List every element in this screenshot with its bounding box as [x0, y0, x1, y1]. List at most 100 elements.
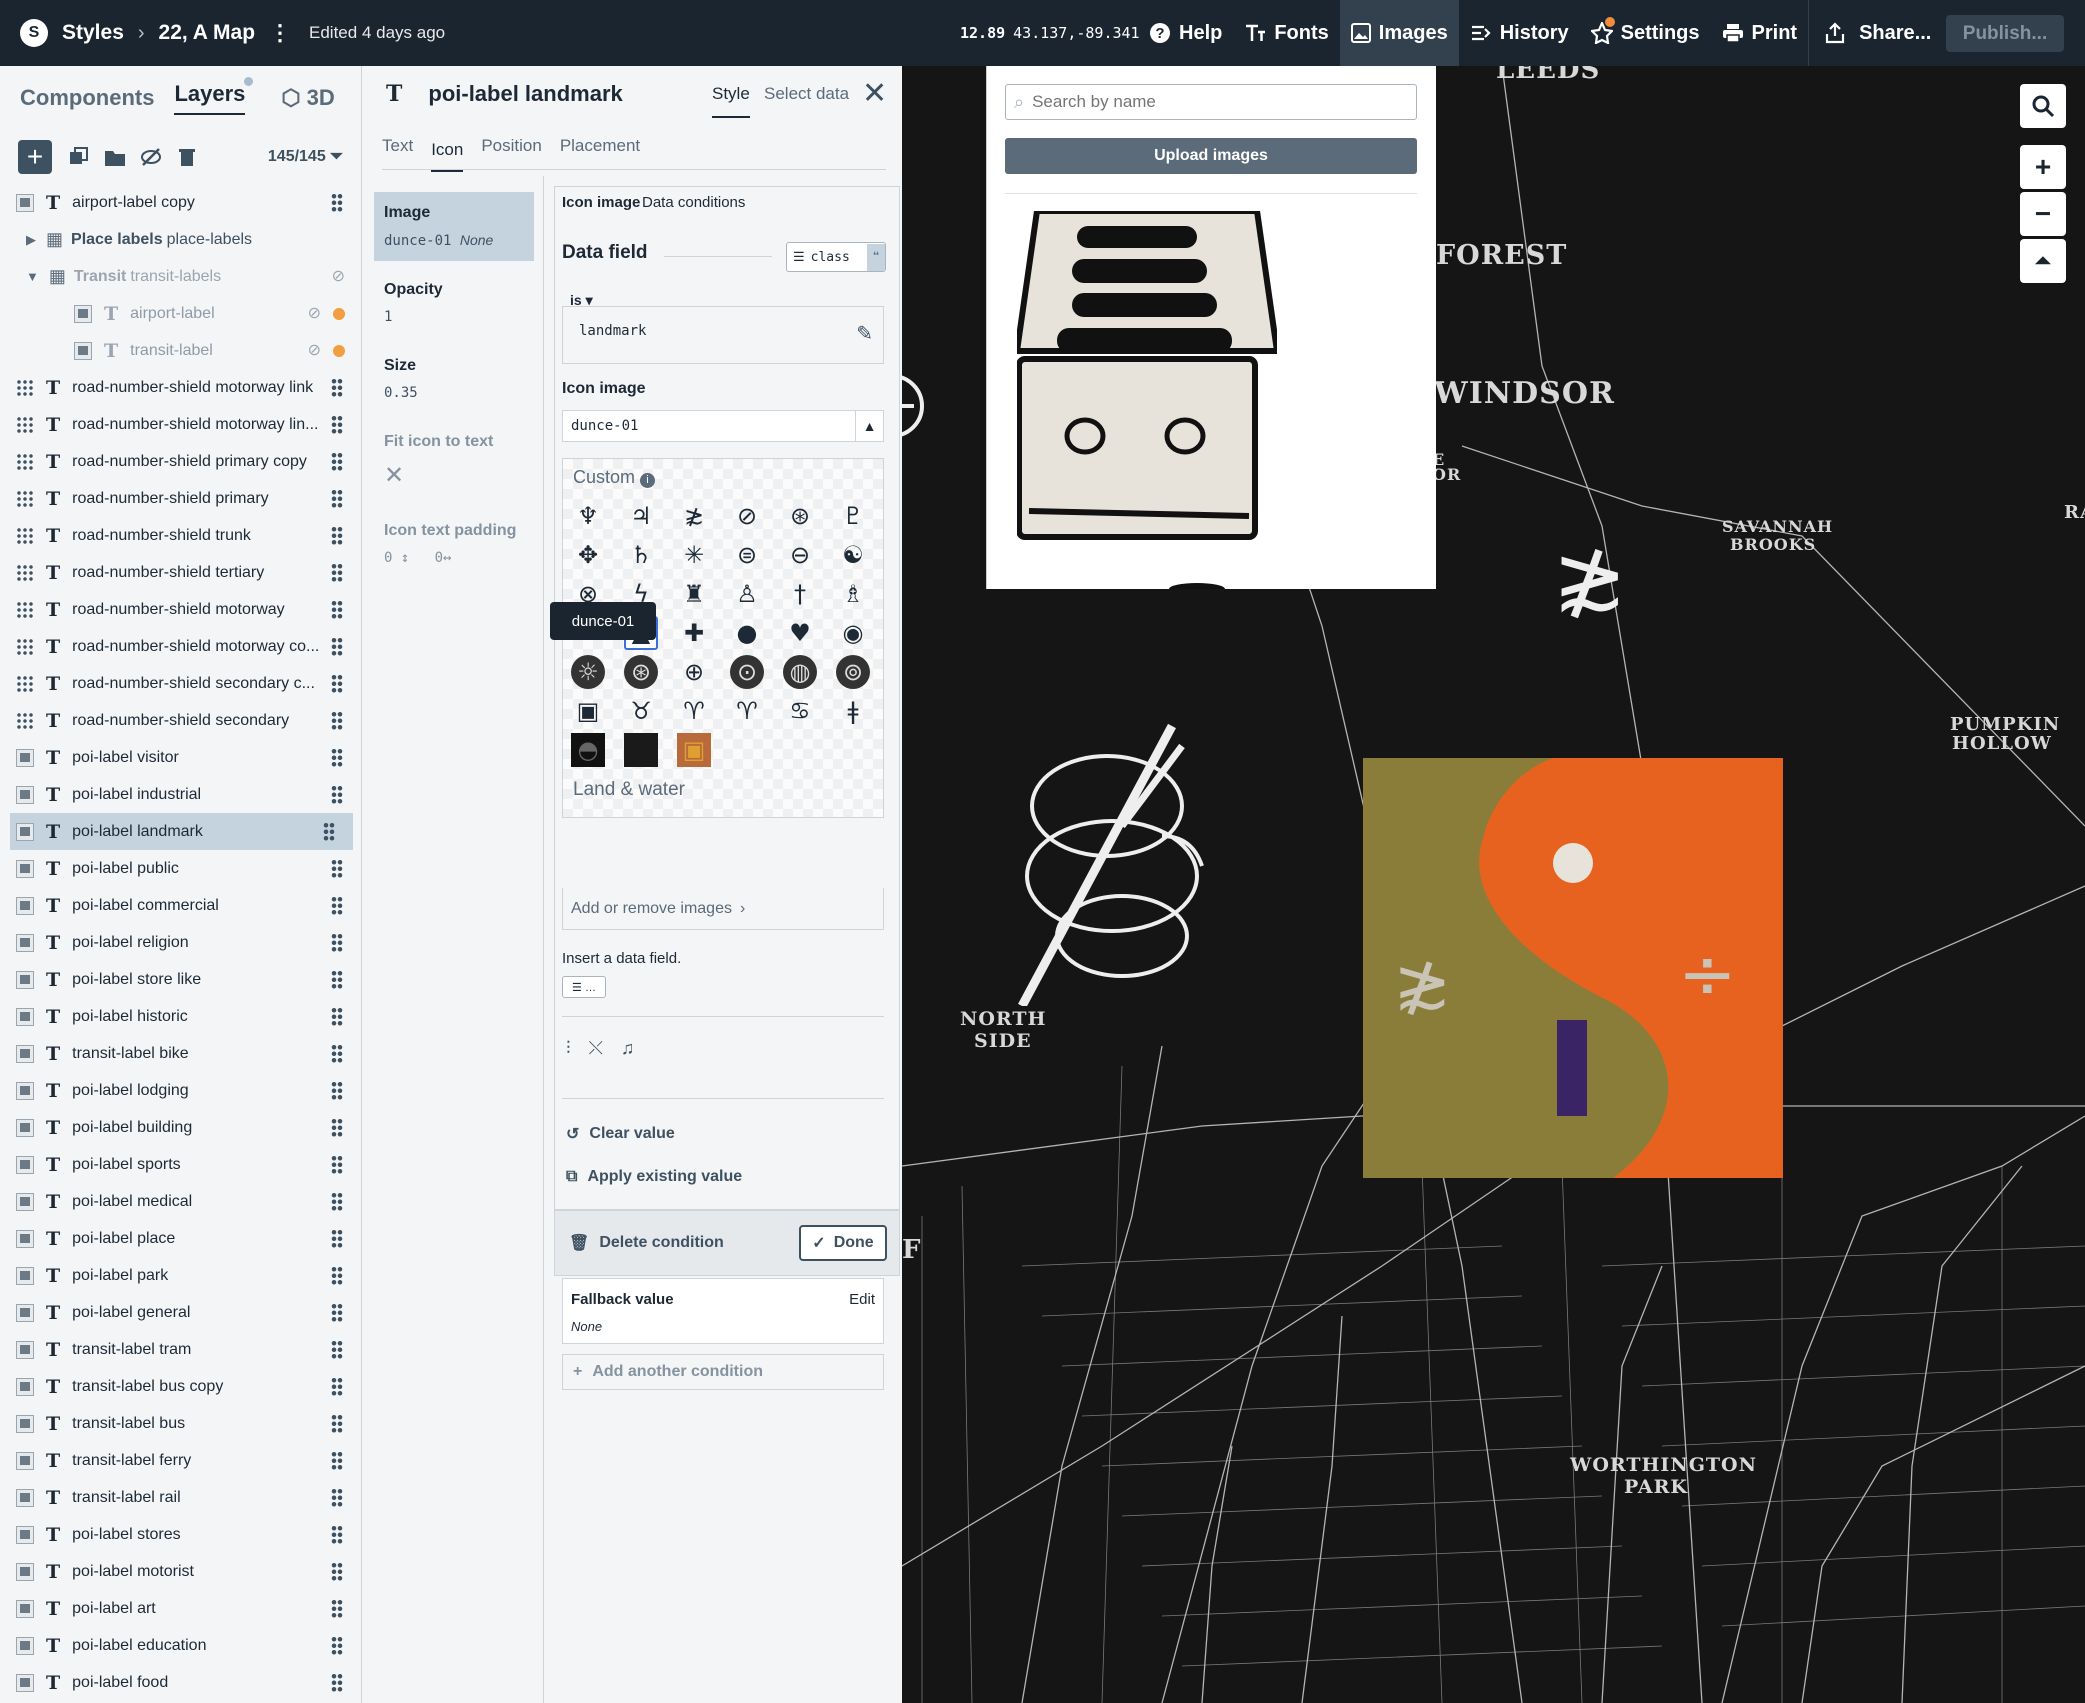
icon-option[interactable]: ⊛: [624, 655, 658, 689]
layer-row[interactable]: Troad-number-shield motorway: [0, 591, 361, 628]
compass-button[interactable]: ⏶: [2020, 239, 2066, 283]
drag-handle-icon[interactable]: [331, 785, 343, 805]
drag-handle-icon[interactable]: [331, 193, 343, 213]
drag-handle-icon[interactable]: [331, 1451, 343, 1471]
icon-option[interactable]: ▣: [677, 733, 711, 767]
icon-option[interactable]: ✥: [571, 538, 605, 572]
icon-option[interactable]: ▣: [571, 694, 605, 728]
settings-button[interactable]: Settings: [1580, 0, 1711, 66]
tab-layers[interactable]: Layers: [174, 77, 254, 115]
breadcrumb-map-name[interactable]: 22, A Map: [159, 21, 255, 45]
icon-option[interactable]: ♋: [783, 694, 817, 728]
folder-icon[interactable]: [104, 146, 126, 168]
layer-row[interactable]: Tpoi-label historic: [0, 998, 361, 1035]
layer-row[interactable]: Tpoi-label commercial: [0, 887, 361, 924]
zoom-out-button[interactable]: −: [2020, 192, 2066, 236]
fallback-edit-button[interactable]: Edit: [849, 1291, 875, 1308]
drag-handle-icon[interactable]: [331, 970, 343, 990]
drag-handle-icon[interactable]: [331, 452, 343, 472]
layer-row[interactable]: Tpoi-label store like: [0, 961, 361, 998]
drag-handle-icon[interactable]: [331, 1155, 343, 1175]
drag-handle-icon[interactable]: [331, 1562, 343, 1582]
transform-icon[interactable]: ⤬: [589, 1038, 603, 1059]
drag-handle-icon[interactable]: [331, 711, 343, 731]
drag-handle-icon[interactable]: [331, 1377, 343, 1397]
icon-option[interactable]: ♜: [677, 577, 711, 611]
drag-handle-icon[interactable]: [331, 1414, 343, 1434]
icon-option[interactable]: ♄: [624, 538, 658, 572]
drag-handle-icon[interactable]: [331, 859, 343, 879]
layer-row[interactable]: Tpoi-label motorist: [0, 1553, 361, 1590]
drag-handle-icon[interactable]: [331, 1636, 343, 1656]
share-button[interactable]: Share...: [1809, 0, 1942, 66]
icon-option[interactable]: ⊛: [783, 499, 817, 533]
drag-handle-icon[interactable]: [331, 748, 343, 768]
icon-option[interactable]: ✚: [677, 616, 711, 650]
subtab-position[interactable]: Position: [481, 136, 541, 156]
layer-row[interactable]: Tpoi-label lodging: [0, 1072, 361, 1109]
drag-handle-icon[interactable]: [331, 1044, 343, 1064]
tab-select-data[interactable]: Select data: [764, 84, 849, 104]
icon-option[interactable]: ♃: [624, 499, 658, 533]
layer-row[interactable]: Troad-number-shield motorway co...: [0, 628, 361, 665]
duplicate-icon[interactable]: [68, 146, 90, 168]
print-button[interactable]: Print: [1711, 0, 1809, 66]
drag-handle-icon[interactable]: [331, 563, 343, 583]
layer-row[interactable]: Troad-number-shield trunk: [0, 517, 361, 554]
images-button[interactable]: Images: [1339, 0, 1459, 66]
layer-row[interactable]: Tpoi-label art: [0, 1590, 361, 1627]
upload-images-button[interactable]: Upload images: [1005, 138, 1417, 174]
layer-row[interactable]: Ttransit-label bike: [0, 1035, 361, 1072]
drag-handle-icon[interactable]: [331, 1673, 343, 1693]
layer-row[interactable]: Tpoi-label religion: [0, 924, 361, 961]
tab-style[interactable]: Style: [712, 84, 750, 118]
layer-row[interactable]: Troad-number-shield primary: [0, 480, 361, 517]
data-field-chip[interactable]: ☰ class ❝: [786, 242, 886, 272]
hidden-eye-icon[interactable]: ⊘: [308, 303, 321, 323]
expand-arrow-icon[interactable]: ▶: [26, 232, 36, 248]
icon-option[interactable]: ⊙: [730, 655, 764, 689]
icon-option[interactable]: ◍: [783, 655, 817, 689]
icon-option[interactable]: ♇: [836, 499, 870, 533]
subtab-placement[interactable]: Placement: [560, 136, 640, 156]
layer-row[interactable]: Troad-number-shield secondary c...: [0, 665, 361, 702]
icon-option[interactable]: ⊚: [836, 655, 870, 689]
layer-row[interactable]: Tairport-label ⊘: [0, 295, 361, 332]
drag-handle-icon[interactable]: [331, 933, 343, 953]
layer-row[interactable]: Tpoi-label general: [0, 1294, 361, 1331]
apply-existing-value-button[interactable]: ⧉ Apply existing value: [566, 1168, 742, 1186]
layer-row[interactable]: Troad-number-shield tertiary: [0, 554, 361, 591]
icon-option[interactable]: ♆: [571, 499, 605, 533]
filter-icon[interactable]: ⏷: [330, 148, 343, 165]
drag-handle-icon[interactable]: [331, 526, 343, 546]
hidden-eye-icon[interactable]: ⊘: [308, 340, 321, 360]
pencil-icon[interactable]: ✎: [856, 321, 873, 346]
icon-option[interactable]: ☼: [571, 655, 605, 689]
studio-logo-icon[interactable]: S: [20, 19, 48, 47]
trash-icon[interactable]: [176, 146, 198, 168]
icon-option[interactable]: ⊜: [730, 538, 764, 572]
align-icon[interactable]: ⫶: [566, 1038, 571, 1059]
icon-option[interactable]: ♗: [836, 577, 870, 611]
layer-row[interactable]: Tpoi-label place: [0, 1220, 361, 1257]
layer-row[interactable]: Ttransit-label ferry: [0, 1442, 361, 1479]
layer-row[interactable]: Tairport-label copy: [0, 184, 361, 221]
prop-fit-icon[interactable]: Fit icon to text ✕: [374, 421, 534, 502]
prop-image[interactable]: Image dunce-01 None: [374, 192, 534, 261]
layer-row[interactable]: Tpoi-label stores: [0, 1516, 361, 1553]
icon-option[interactable]: ♙: [730, 577, 764, 611]
icon-option[interactable]: †: [783, 577, 817, 611]
icon-option[interactable]: ☯: [836, 538, 870, 572]
icon-option[interactable]: ♥: [783, 616, 817, 650]
more-options-icon[interactable]: ⋮: [269, 20, 291, 46]
layer-row[interactable]: Troad-number-shield motorway lin...: [0, 406, 361, 443]
tab-data-conditions[interactable]: Data conditions: [642, 194, 745, 211]
drag-handle-icon[interactable]: [331, 1118, 343, 1138]
icon-image-input[interactable]: dunce-01 ▲: [562, 410, 884, 442]
hidden-eye-icon[interactable]: ⊘: [332, 266, 345, 286]
help-button[interactable]: ? Help: [1138, 0, 1233, 66]
icon-option[interactable]: ⊕: [677, 655, 711, 689]
icon-option[interactable]: ≵: [677, 499, 711, 533]
subtab-icon[interactable]: Icon: [431, 140, 464, 172]
icon-option[interactable]: ◓: [571, 733, 605, 767]
